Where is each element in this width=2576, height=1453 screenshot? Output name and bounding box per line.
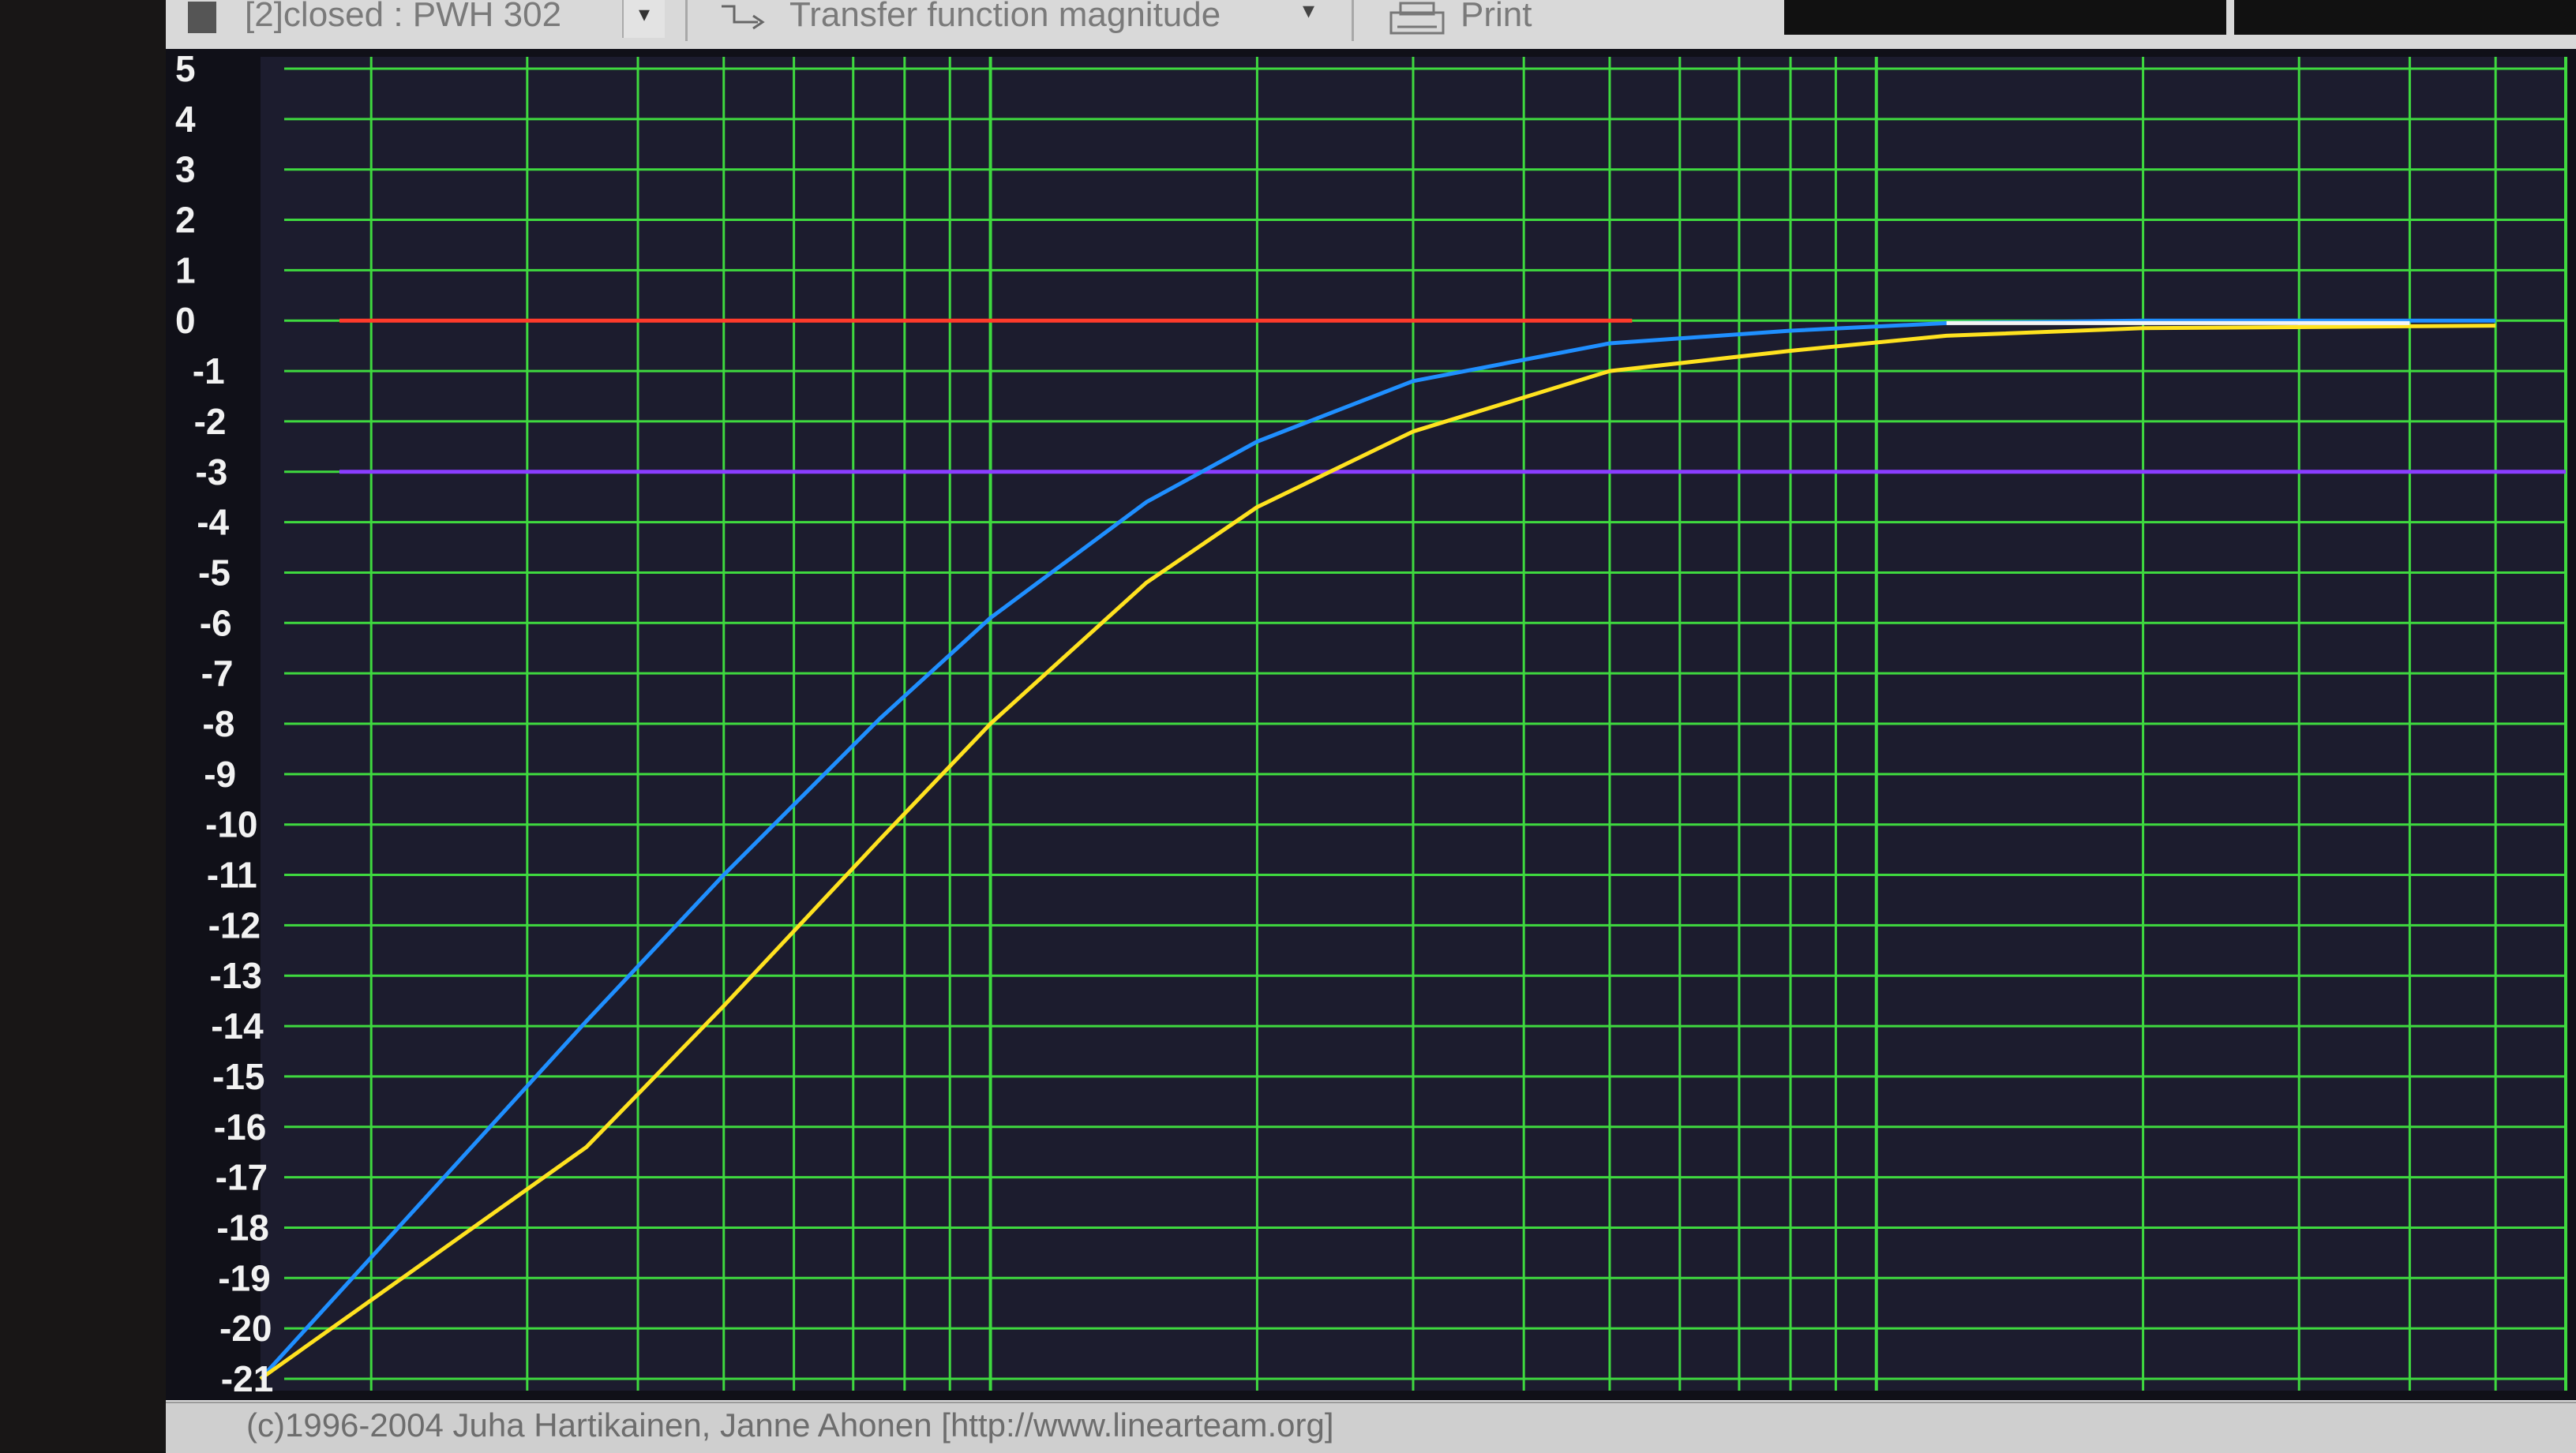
- y-tick-label: -3: [195, 451, 227, 492]
- y-tick-label: -14: [211, 1005, 264, 1047]
- y-tick-label: -9: [204, 754, 236, 795]
- transfer-function-magnitude-chart[interactable]: 5 4 3 2 1 0 -1 -2 -3 -4 -5 -6 -7 -8 -9 -10 -11 -12 -13 -14 -…: [166, 49, 2576, 1400]
- status-bar: (c)1996-2004 Juha Hartikainen, Janne Aho…: [166, 1402, 2576, 1453]
- y-tick-label: -18: [216, 1207, 268, 1248]
- y-tick-label: -12: [208, 904, 261, 946]
- measurement-icon: [188, 2, 216, 33]
- toolbar-separator: [1352, 0, 1354, 41]
- y-tick-label: -2: [194, 401, 227, 442]
- y-tick-label: 4: [175, 99, 196, 140]
- photo-of-monitor: [2]closed : PWH 302 ▾ Transfer function …: [0, 0, 2576, 1451]
- y-tick-label: 1: [175, 249, 196, 290]
- chevron-down-icon: ▾: [639, 2, 650, 26]
- y-tick-label: -17: [216, 1157, 268, 1198]
- y-tick-label: -20: [219, 1308, 272, 1349]
- view-select-label[interactable]: Transfer function magnitude: [789, 0, 1221, 35]
- toolbar: [2]closed : PWH 302 ▾ Transfer function …: [166, 0, 2576, 51]
- measurement-dropdown-button[interactable]: ▾: [622, 0, 665, 38]
- y-tick-label: -11: [207, 855, 257, 896]
- measurement-select-label[interactable]: [2]closed : PWH 302: [245, 0, 561, 35]
- y-tick-label: -21: [221, 1358, 273, 1399]
- magnitude-plot-frame: 5 4 3 2 1 0 -1 -2 -3 -4 -5 -6 -7 -8 -9 -10 -11 -12 -13 -14 -…: [166, 49, 2576, 1400]
- y-tick-label: -4: [197, 502, 229, 543]
- toolbar-separator: [685, 0, 688, 41]
- y-tick-label: -8: [202, 703, 234, 744]
- chevron-down-icon[interactable]: ▾: [1303, 0, 1314, 24]
- y-tick-label: 5: [175, 49, 196, 89]
- y-tick-label: 3: [175, 149, 196, 190]
- y-tick-label: -16: [214, 1107, 266, 1148]
- y-tick-label: -1: [193, 350, 225, 391]
- y-tick-label: -7: [201, 653, 234, 694]
- transfer-function-icon: [718, 2, 774, 33]
- toolbar-dark-panel: [2234, 0, 2576, 35]
- y-tick-label: -10: [205, 804, 257, 845]
- copyright-text: (c)1996-2004 Juha Hartikainen, Janne Aho…: [246, 1406, 1334, 1444]
- y-tick-label: -5: [198, 552, 231, 593]
- print-button[interactable]: Print: [1460, 0, 1532, 35]
- y-tick-label: -13: [209, 955, 261, 996]
- y-tick-label: -19: [218, 1257, 270, 1298]
- analyzer-window: [2]closed : PWH 302 ▾ Transfer function …: [166, 0, 2576, 1451]
- y-tick-label: -15: [212, 1056, 264, 1097]
- y-tick-label: 0: [175, 300, 196, 341]
- monitor-bezel: [0, 0, 166, 1451]
- y-tick-label: 2: [175, 200, 196, 241]
- toolbar-dark-panel: [1784, 0, 2226, 35]
- y-tick-label: -6: [200, 602, 232, 643]
- printer-icon: [1386, 2, 1449, 41]
